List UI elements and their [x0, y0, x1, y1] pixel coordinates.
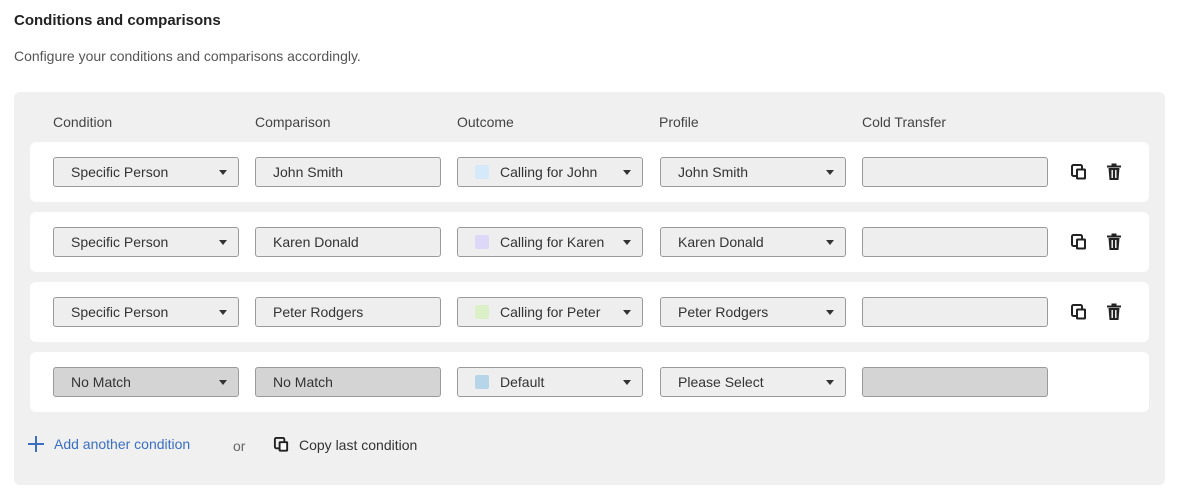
profile-select[interactable]: Karen Donald — [660, 227, 846, 257]
condition-select[interactable]: Specific Person — [53, 227, 239, 257]
cold-transfer-input — [862, 367, 1048, 397]
add-condition-label: Add another condition — [54, 436, 191, 452]
copy-icon — [1071, 304, 1086, 320]
comparison-input[interactable]: Peter Rodgers — [255, 297, 441, 327]
header-profile: Profile — [659, 114, 699, 130]
comparison-value: Karen Donald — [273, 234, 359, 250]
condition-value: No Match — [71, 374, 131, 390]
outcome-value: Default — [500, 374, 545, 390]
column-headers: Condition Comparison Outcome Profile Col… — [14, 114, 1165, 132]
chevron-down-icon — [623, 240, 631, 245]
outcome-select[interactable]: Default — [457, 367, 643, 397]
comparison-input[interactable]: John Smith — [255, 157, 441, 187]
condition-row: Specific Person John Smith Calling for J… — [30, 142, 1149, 202]
conditions-footer: Add another condition or Copy last condi… — [28, 434, 628, 458]
condition-row: Specific Person Peter Rodgers Calling fo… — [30, 282, 1149, 342]
profile-value: John Smith — [678, 164, 749, 180]
trash-icon — [1107, 233, 1121, 250]
chevron-down-icon — [826, 170, 834, 175]
outcome-color-swatch — [475, 305, 489, 319]
chevron-down-icon — [826, 310, 834, 315]
comparison-value: John Smith — [273, 164, 344, 180]
chevron-down-icon — [826, 240, 834, 245]
copy-last-condition-link[interactable]: Copy last condition — [273, 436, 417, 453]
header-comparison: Comparison — [255, 114, 331, 130]
condition-select: No Match — [53, 367, 239, 397]
outcome-value: Calling for Peter — [500, 304, 601, 320]
condition-value: Specific Person — [71, 234, 169, 250]
outcome-color-swatch — [475, 375, 489, 389]
outcome-select[interactable]: Calling for Karen — [457, 227, 643, 257]
conditions-panel: Condition Comparison Outcome Profile Col… — [14, 92, 1165, 485]
profile-value: Please Select — [678, 374, 764, 390]
profile-select[interactable]: Please Select — [660, 367, 846, 397]
delete-row-button[interactable] — [1104, 302, 1124, 322]
outcome-color-swatch — [475, 235, 489, 249]
copy-row-button[interactable] — [1069, 162, 1089, 182]
copy-icon — [273, 436, 289, 452]
comparison-value: No Match — [273, 374, 333, 390]
trash-icon — [1107, 163, 1121, 180]
profile-value: Peter Rodgers — [678, 304, 769, 320]
chevron-down-icon — [623, 380, 631, 385]
copy-row-button[interactable] — [1069, 302, 1089, 322]
condition-value: Specific Person — [71, 304, 169, 320]
chevron-down-icon — [826, 380, 834, 385]
section-title: Conditions and comparisons — [14, 12, 221, 29]
comparison-value: Peter Rodgers — [273, 304, 364, 320]
section-subtitle: Configure your conditions and comparison… — [14, 48, 361, 64]
outcome-select[interactable]: Calling for Peter — [457, 297, 643, 327]
copy-icon — [1071, 234, 1086, 250]
condition-select[interactable]: Specific Person — [53, 157, 239, 187]
delete-row-button[interactable] — [1104, 162, 1124, 182]
profile-value: Karen Donald — [678, 234, 764, 250]
comparison-input: No Match — [255, 367, 441, 397]
copy-row-button[interactable] — [1069, 232, 1089, 252]
condition-value: Specific Person — [71, 164, 169, 180]
comparison-input[interactable]: Karen Donald — [255, 227, 441, 257]
chevron-down-icon — [219, 310, 227, 315]
header-outcome: Outcome — [457, 114, 514, 130]
profile-select[interactable]: John Smith — [660, 157, 846, 187]
cold-transfer-input[interactable] — [862, 297, 1048, 327]
chevron-down-icon — [219, 240, 227, 245]
or-separator: or — [233, 438, 246, 454]
delete-row-button[interactable] — [1104, 232, 1124, 252]
plus-icon — [28, 436, 44, 452]
chevron-down-icon — [219, 380, 227, 385]
chevron-down-icon — [219, 170, 227, 175]
outcome-value: Calling for John — [500, 164, 598, 180]
cold-transfer-input[interactable] — [862, 227, 1048, 257]
condition-select[interactable]: Specific Person — [53, 297, 239, 327]
header-condition: Condition — [53, 114, 113, 130]
add-condition-link[interactable]: Add another condition — [28, 436, 190, 452]
outcome-select[interactable]: Calling for John — [457, 157, 643, 187]
chevron-down-icon — [623, 170, 631, 175]
header-cold-transfer: Cold Transfer — [862, 114, 947, 130]
trash-icon — [1107, 303, 1121, 320]
no-match-row: No Match No Match Default Please Select — [30, 352, 1149, 412]
copy-last-condition-label: Copy last condition — [299, 436, 418, 453]
profile-select[interactable]: Peter Rodgers — [660, 297, 846, 327]
chevron-down-icon — [623, 310, 631, 315]
outcome-value: Calling for Karen — [500, 234, 605, 250]
outcome-color-swatch — [475, 165, 489, 179]
copy-icon — [1071, 164, 1086, 180]
cold-transfer-input[interactable] — [862, 157, 1048, 187]
condition-row: Specific Person Karen Donald Calling for… — [30, 212, 1149, 272]
